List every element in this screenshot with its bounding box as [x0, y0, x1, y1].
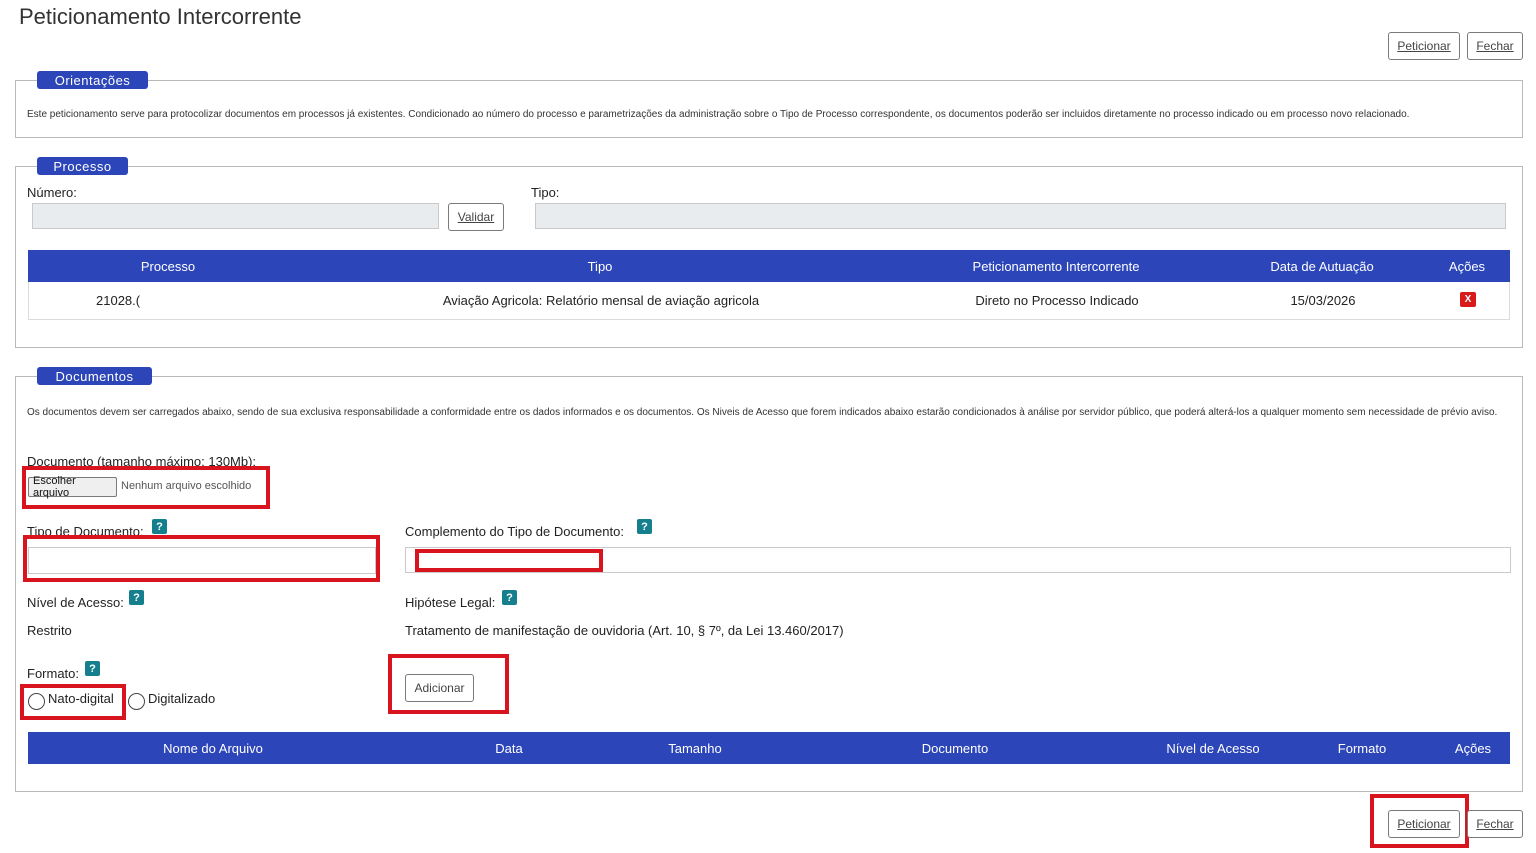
fechar-label: Fechar: [1476, 817, 1514, 831]
highlight-nato-digital: [20, 684, 126, 720]
processo-legend: Processo: [37, 157, 128, 175]
help-icon-nivel-acesso[interactable]: ?: [129, 590, 144, 605]
validar-button[interactable]: Validar: [448, 203, 504, 231]
numero-label: Número:: [27, 185, 77, 200]
documentos-legend: Documentos: [37, 367, 152, 385]
digitalizado-radio[interactable]: [128, 693, 145, 710]
peticionar-button-top[interactable]: Peticionar: [1388, 32, 1460, 60]
row-data: 15/03/2026: [1290, 293, 1356, 308]
formato-label: Formato:: [27, 666, 80, 681]
numero-input[interactable]: [32, 203, 439, 229]
col-acoes: Ações: [1454, 740, 1492, 756]
tipo-input: [535, 203, 1506, 229]
table-row: 21028.( Aviação Agricola: Relatório mens…: [28, 282, 1510, 320]
delete-icon[interactable]: X: [1460, 292, 1476, 307]
col-data: Data: [495, 740, 523, 756]
highlight-file: [22, 466, 270, 509]
documentos-info: Os documentos devem ser carregados abaix…: [27, 407, 1498, 418]
nivel-acesso-label: Nível de Acesso:: [27, 595, 124, 610]
documentos-table-header: Nome do Arquivo Data Tamanho Documento N…: [28, 732, 1510, 764]
help-icon-hipotese[interactable]: ?: [502, 590, 517, 605]
col-processo: Processo: [140, 258, 196, 274]
fechar-button-bottom[interactable]: Fechar: [1467, 810, 1523, 838]
row-processo: 21028.(: [96, 293, 141, 308]
hipotese-label: Hipótese Legal:: [405, 595, 496, 610]
help-icon-complemento[interactable]: ?: [637, 519, 652, 534]
digitalizado-label: Digitalizado: [148, 691, 216, 706]
peticionar-label: Peticionar: [1397, 39, 1451, 53]
col-nivel-acesso: Nível de Acesso: [1166, 740, 1260, 756]
highlight-adicionar: [388, 654, 509, 714]
highlight-peticionar: [1370, 794, 1469, 848]
nivel-acesso-value: Restrito: [27, 623, 72, 638]
tipo-label: Tipo:: [531, 185, 560, 200]
fechar-button-top[interactable]: Fechar: [1467, 32, 1523, 60]
col-documento: Documento: [921, 740, 989, 756]
row-peticionamento: Direto no Processo Indicado: [975, 293, 1139, 308]
row-tipo: Aviação Agricola: Relatório mensal de av…: [442, 293, 760, 308]
page-title: Peticionamento Intercorrente: [19, 4, 302, 29]
complemento-label: Complemento do Tipo de Documento:: [405, 524, 624, 539]
col-formato: Formato: [1337, 740, 1387, 756]
col-tipo: Tipo: [587, 258, 613, 274]
help-icon-tipo-documento[interactable]: ?: [152, 519, 167, 534]
col-acoes: Ações: [1448, 258, 1486, 274]
fechar-label: Fechar: [1476, 39, 1514, 53]
orientacoes-text: Este peticionamento serve para protocoli…: [27, 109, 1410, 120]
col-peticionamento: Peticionamento Intercorrente: [972, 258, 1140, 274]
processo-table-header: Processo Tipo Peticionamento Intercorren…: [28, 250, 1510, 282]
col-nome-arquivo: Nome do Arquivo: [163, 740, 263, 756]
orientacoes-legend: Orientações: [37, 71, 148, 89]
highlight-complemento: [415, 549, 603, 572]
documentos-section: [15, 376, 1523, 792]
highlight-tipo-documento: [23, 535, 380, 582]
col-tamanho: Tamanho: [668, 740, 722, 756]
validar-label: Validar: [457, 210, 495, 224]
help-icon-formato[interactable]: ?: [85, 661, 100, 676]
col-data: Data de Autuação: [1270, 258, 1374, 274]
hipotese-value: Tratamento de manifestação de ouvidoria …: [405, 623, 844, 638]
